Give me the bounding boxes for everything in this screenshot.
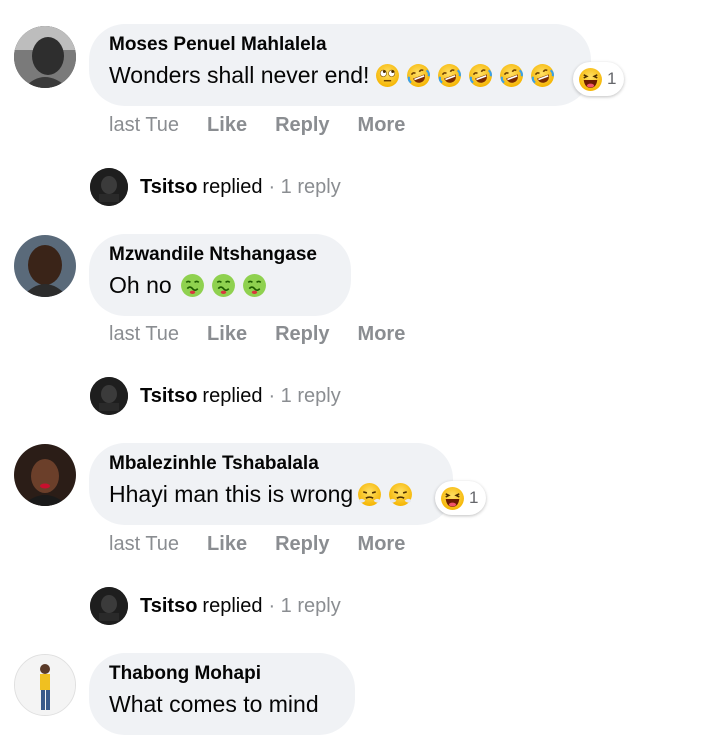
comment-bubble[interactable]: Mbalezinhle Tshabalala Hhayi man this is… [89,443,453,525]
face-with-rolling-eyes-icon [375,63,400,88]
haha-reaction-icon [578,67,603,92]
more-button[interactable]: More [358,323,406,346]
like-button[interactable]: Like [207,323,247,346]
reaction-count-pill[interactable]: 1 [573,62,625,96]
haha-reaction-icon [440,486,465,511]
nauseated-face-icon [211,273,236,298]
reply-count: · 1 reply [268,594,341,617]
rolling-on-floor-laughing-icon [499,63,524,88]
more-button[interactable]: More [358,114,406,137]
reply-verb: replied [202,384,263,407]
more-button[interactable]: More [358,533,406,556]
comment-bubble[interactable]: Mzwandile Ntshangase Oh no [89,234,351,316]
comment-author[interactable]: Thabong Mohapi [109,663,335,685]
face-with-steam-icon [388,482,413,507]
comment-timestamp[interactable]: last Tue [109,114,179,137]
like-button[interactable]: Like [207,533,247,556]
reaction-count: 1 [607,69,617,88]
avatar[interactable] [14,444,76,506]
comment-text: What comes to mind [109,691,319,717]
reply-author: Tsitso [140,384,198,407]
avatar [90,587,128,625]
nauseated-face-icon [242,273,267,298]
comment-bubble[interactable]: Thabong Mohapi What comes to mind [89,653,355,735]
rolling-on-floor-laughing-icon [406,63,431,88]
comment-text: Wonders shall never end! [109,62,370,88]
comment-text: Oh no [109,272,172,298]
comment-author[interactable]: Mbalezinhle Tshabalala [109,453,433,475]
reply-button[interactable]: Reply [275,114,329,137]
avatar[interactable] [14,654,76,716]
reaction-count-pill[interactable]: 1 [435,481,487,515]
face-with-steam-icon [357,482,382,507]
reply-button[interactable]: Reply [275,533,329,556]
reaction-count: 1 [469,488,479,507]
rolling-on-floor-laughing-icon [530,63,555,88]
comment-timestamp[interactable]: last Tue [109,323,179,346]
rolling-on-floor-laughing-icon [437,63,462,88]
comment-author[interactable]: Mzwandile Ntshangase [109,244,331,266]
rolling-on-floor-laughing-icon [468,63,493,88]
avatar [90,377,128,415]
nauseated-face-icon [180,273,205,298]
reply-verb: replied [202,594,263,617]
reply-verb: replied [202,175,263,198]
avatar [90,168,128,206]
reply-author: Tsitso [140,594,198,617]
reply-button[interactable]: Reply [275,323,329,346]
view-replies-link[interactable]: Tsitso replied · 1 reply [90,168,341,206]
reply-count: · 1 reply [268,384,341,407]
comment-bubble[interactable]: Moses Penuel Mahlalela Wonders shall nev… [89,24,591,106]
avatar[interactable] [14,235,76,297]
view-replies-link[interactable]: Tsitso replied · 1 reply [90,587,341,625]
comment-author[interactable]: Moses Penuel Mahlalela [109,34,571,56]
reply-author: Tsitso [140,175,198,198]
like-button[interactable]: Like [207,114,247,137]
comment-timestamp[interactable]: last Tue [109,533,179,556]
reply-count: · 1 reply [268,175,341,198]
view-replies-link[interactable]: Tsitso replied · 1 reply [90,377,341,415]
avatar[interactable] [14,26,76,88]
comment-text: Hhayi man this is wrong [109,481,354,507]
